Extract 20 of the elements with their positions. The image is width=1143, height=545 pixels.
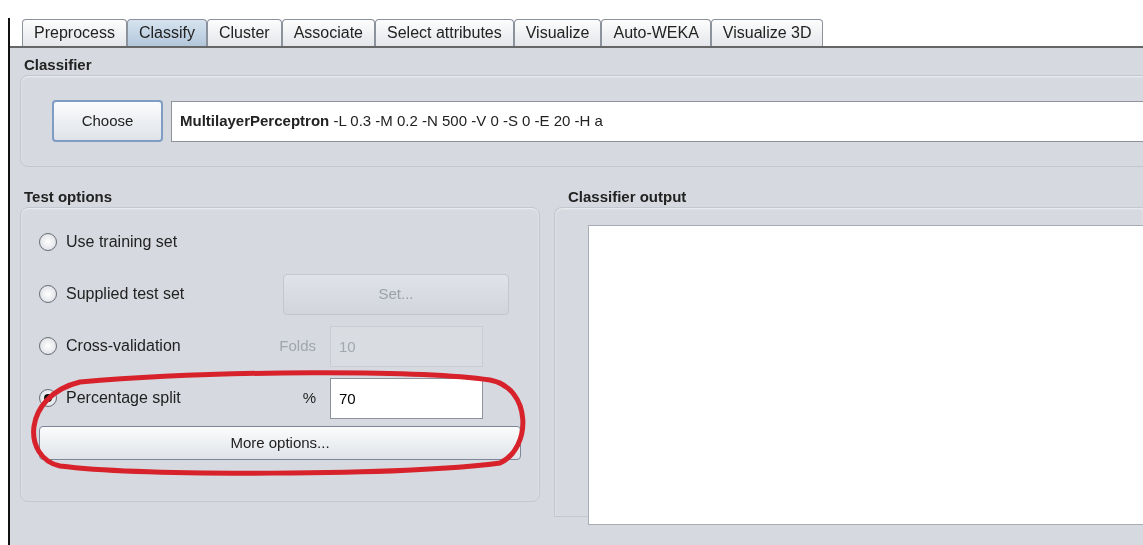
section-title: Classifier output <box>567 187 688 207</box>
tab[interactable]: Classify <box>126 19 207 46</box>
classifier-field[interactable]: MultilayerPerceptron -L 0.3 -M 0.2 -N 500 -V 0 -S 0 -E 20 -H a <box>171 100 1143 142</box>
section-title: Classifier <box>23 55 93 75</box>
section-title: Test options <box>23 187 114 207</box>
option-label: Supplied test set <box>66 284 186 304</box>
tab[interactable]: Preprocess <box>22 19 127 46</box>
option-label: Percentage split <box>66 388 182 408</box>
tab[interactable]: Cluster <box>206 19 282 46</box>
tab[interactable]: Visualize <box>513 19 602 46</box>
tab[interactable]: Associate <box>281 19 375 46</box>
more-options-button[interactable]: More options... <box>39 426 521 460</box>
field-label: % <box>301 387 317 408</box>
option-label: Use training set <box>66 232 179 252</box>
tab[interactable]: Visualize 3D <box>710 19 824 46</box>
input-field[interactable]: 70 <box>330 377 483 419</box>
choose-button[interactable]: Choose <box>52 100 163 142</box>
option-label: Cross-validation <box>66 336 182 356</box>
tab[interactable]: Auto-WEKA <box>601 19 711 46</box>
tab[interactable]: Select attributes <box>375 19 514 46</box>
